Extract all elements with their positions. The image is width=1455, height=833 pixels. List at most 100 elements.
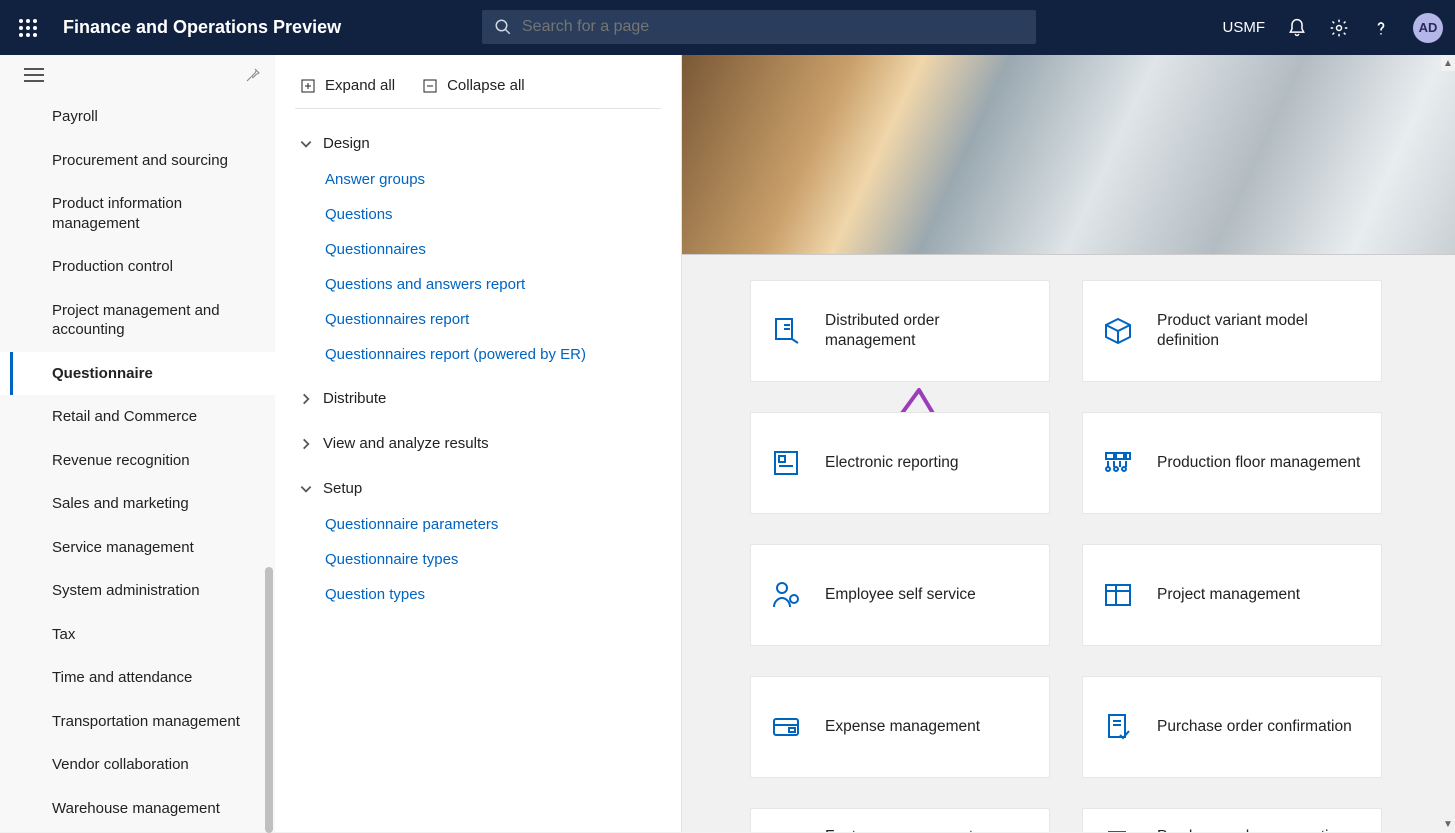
link-questionnaires[interactable]: Questionnaires: [325, 232, 661, 267]
chevron-down-icon: [299, 482, 313, 496]
card-label: Expense management: [825, 717, 980, 737]
group-header-view-analyze[interactable]: View and analyze results: [295, 425, 661, 462]
sidebar-item[interactable]: Service management: [0, 526, 275, 570]
card-purchase-order-preparation[interactable]: Purchase order preparation: [1082, 808, 1382, 832]
sidebar-item[interactable]: Production control: [0, 245, 275, 289]
user-avatar[interactable]: AD: [1413, 13, 1443, 43]
card-employee-self-service[interactable]: Employee self service: [750, 544, 1050, 646]
search-input[interactable]: [522, 18, 1024, 36]
sidebar-item[interactable]: Time and attendance: [0, 656, 275, 700]
search-box[interactable]: [482, 10, 1036, 44]
group-header-distribute[interactable]: Distribute: [295, 380, 661, 417]
sidebar-item[interactable]: Product information management: [0, 182, 275, 245]
link-question-types[interactable]: Question types: [325, 577, 661, 612]
group-view-analyze: View and analyze results: [295, 425, 661, 462]
company-code[interactable]: USMF: [1223, 19, 1266, 36]
card-distributed-order-management[interactable]: Distributed order management: [750, 280, 1050, 382]
card-label: Product variant model definition: [1157, 311, 1361, 351]
group-header-setup[interactable]: Setup: [295, 470, 661, 507]
link-questions[interactable]: Questions: [325, 197, 661, 232]
document-check-icon: [1101, 710, 1135, 744]
document-icon: [1101, 827, 1135, 832]
card-label: Distributed order management: [825, 311, 1029, 351]
sidebar-item[interactable]: Vendor collaboration: [0, 743, 275, 787]
header-tools: USMF AD: [1223, 0, 1444, 55]
card-production-floor-management[interactable]: Production floor management: [1082, 412, 1382, 514]
expand-all-icon: [301, 79, 315, 93]
notification-icon[interactable]: [1287, 18, 1307, 38]
group-title: Design: [323, 135, 370, 152]
app-title: Finance and Operations Preview: [63, 17, 341, 38]
card-label: Feature management: [825, 827, 973, 832]
card-label: Purchase order preparation: [1157, 827, 1346, 832]
chevron-down-icon: [299, 137, 313, 151]
link-answer-groups[interactable]: Answer groups: [325, 162, 661, 197]
report-icon: [769, 446, 803, 480]
group-title: Setup: [323, 480, 362, 497]
hamburger-icon[interactable]: [24, 68, 44, 82]
scroll-down-button[interactable]: ▼: [1441, 816, 1455, 832]
group-title: View and analyze results: [323, 435, 489, 452]
card-purchase-order-confirmation[interactable]: Purchase order confirmation: [1082, 676, 1382, 778]
group-setup: Setup Questionnaire parameters Questionn…: [295, 470, 661, 612]
group-header-design[interactable]: Design: [295, 125, 661, 162]
sidebar-item[interactable]: Revenue recognition: [0, 439, 275, 483]
card-label: Project management: [1157, 585, 1300, 605]
pin-icon[interactable]: [245, 67, 261, 83]
collapse-all-button[interactable]: Collapse all: [423, 77, 525, 94]
sidebar-item[interactable]: Payroll: [0, 95, 275, 139]
group-distribute: Distribute: [295, 380, 661, 417]
link-questionnaire-types[interactable]: Questionnaire types: [325, 542, 661, 577]
help-icon[interactable]: [1371, 18, 1391, 38]
group-title: Distribute: [323, 390, 386, 407]
sidebar-item-questionnaire[interactable]: Questionnaire: [0, 352, 275, 396]
sidebar-item[interactable]: Tax: [0, 613, 275, 657]
sidebar-item[interactable]: Retail and Commerce: [0, 395, 275, 439]
settings-icon[interactable]: [1329, 18, 1349, 38]
card-label: Electronic reporting: [825, 453, 959, 473]
sidebar-item[interactable]: System administration: [0, 569, 275, 613]
chevron-right-icon: [299, 392, 313, 406]
link-qa-report[interactable]: Questions and answers report: [325, 267, 661, 302]
module-sidebar: Payroll Procurement and sourcing Product…: [0, 55, 275, 832]
cube-icon: [1101, 314, 1135, 348]
factory-icon: [1101, 446, 1135, 480]
document-icon: [769, 314, 803, 348]
card-project-management[interactable]: Project management: [1082, 544, 1382, 646]
kanban-icon: [1101, 578, 1135, 612]
chevron-right-icon: [299, 437, 313, 451]
card-expense-management[interactable]: Expense management: [750, 676, 1050, 778]
card-label: Employee self service: [825, 585, 976, 605]
card-label: Production floor management: [1157, 453, 1360, 473]
collapse-all-icon: [423, 79, 437, 93]
link-questionnaire-parameters[interactable]: Questionnaire parameters: [325, 507, 661, 542]
sidebar-item[interactable]: Sales and marketing: [0, 482, 275, 526]
group-design: Design Answer groups Questions Questionn…: [295, 125, 661, 372]
sidebar-item[interactable]: Warehouse management: [0, 787, 275, 831]
card-label: Purchase order confirmation: [1157, 717, 1352, 737]
sidebar-item[interactable]: Transportation management: [0, 700, 275, 744]
app-launcher-icon[interactable]: [0, 0, 55, 55]
sidebar-item[interactable]: Procurement and sourcing: [0, 139, 275, 183]
list-icon: [769, 827, 803, 832]
card-feature-management[interactable]: Feature management: [750, 808, 1050, 832]
hero-banner: [682, 55, 1455, 255]
link-questionnaires-report[interactable]: Questionnaires report: [325, 302, 661, 337]
expand-all-button[interactable]: Expand all: [301, 77, 395, 94]
collapse-all-label: Collapse all: [447, 77, 525, 94]
expand-all-label: Expand all: [325, 77, 395, 94]
top-bar: Finance and Operations Preview USMF AD: [0, 0, 1455, 55]
person-icon: [769, 578, 803, 612]
card-electronic-reporting[interactable]: Electronic reporting: [750, 412, 1050, 514]
scroll-up-button[interactable]: ▲: [1441, 55, 1455, 71]
credit-card-icon: [769, 710, 803, 744]
card-product-variant-definition[interactable]: Product variant model definition: [1082, 280, 1382, 382]
sidebar-item[interactable]: Project management and accounting: [0, 289, 275, 352]
flyout-actions: Expand all Collapse all: [295, 77, 661, 109]
sidebar-header: [0, 55, 275, 95]
module-flyout: Expand all Collapse all Design Answer gr…: [275, 55, 682, 832]
workspace-cards: Distributed order management Electronic …: [682, 280, 1455, 832]
sidebar-scrollbar-thumb[interactable]: [265, 567, 273, 833]
search-icon: [494, 18, 512, 36]
link-questionnaires-report-er[interactable]: Questionnaires report (powered by ER): [325, 337, 661, 372]
